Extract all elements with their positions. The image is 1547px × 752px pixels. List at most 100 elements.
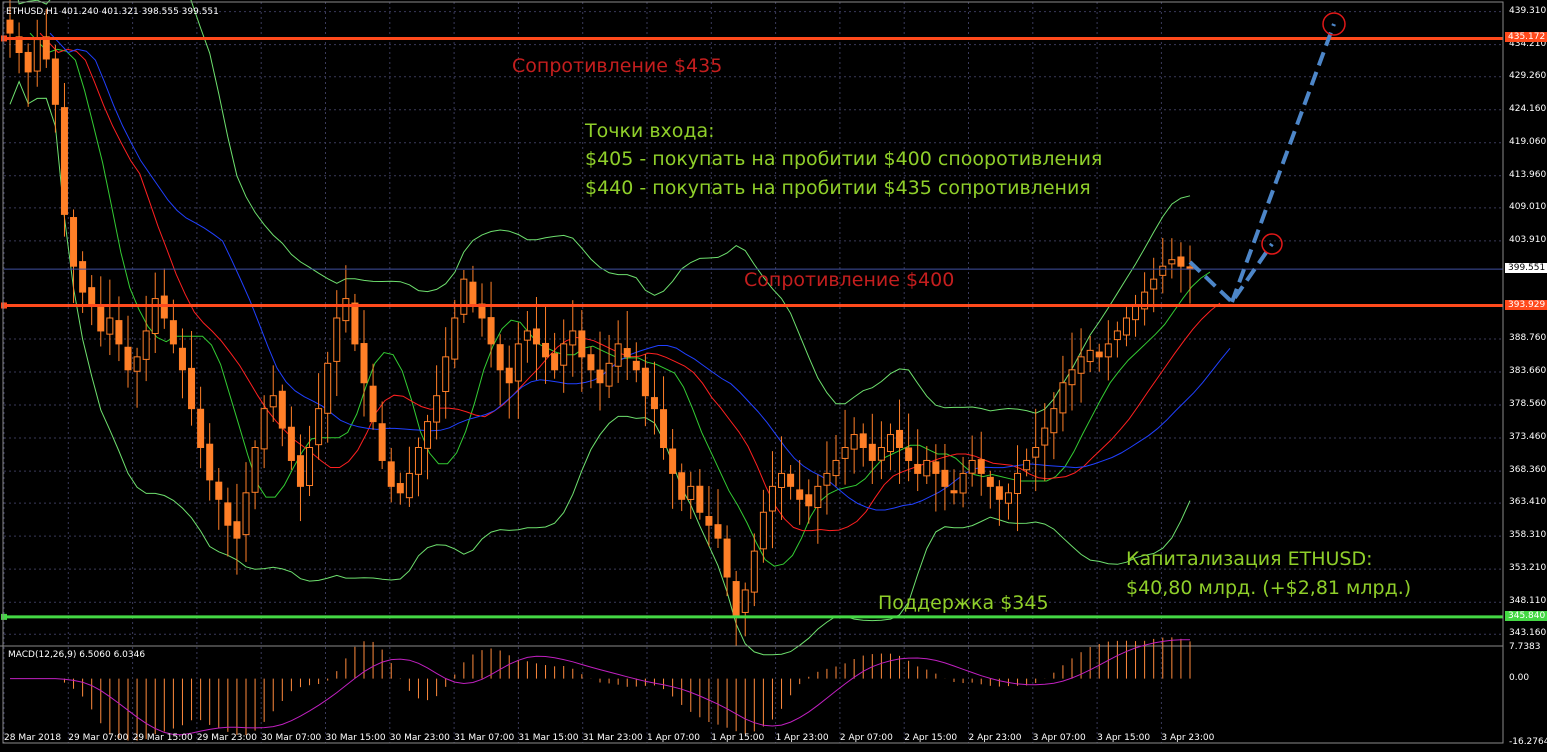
candle-body bbox=[532, 328, 540, 345]
resistance-400-label: Сопротивление $400 bbox=[744, 269, 955, 291]
candle-body bbox=[233, 521, 241, 539]
macd-tick-label: -16.2764 bbox=[1509, 737, 1547, 747]
time-tick-label: 2 Apr 15:00 bbox=[904, 733, 958, 743]
candle-body bbox=[405, 472, 413, 499]
candle-body bbox=[97, 304, 105, 332]
candle-body bbox=[750, 550, 758, 593]
candle-body bbox=[905, 447, 913, 461]
candle-body bbox=[1014, 472, 1022, 494]
candle-body bbox=[1023, 459, 1031, 471]
price-tick-label: 403.910 bbox=[1509, 234, 1547, 245]
level-price-label: 399.551 bbox=[1505, 263, 1547, 274]
candle-body bbox=[197, 408, 205, 449]
candle-body bbox=[424, 421, 432, 449]
candle-body bbox=[587, 354, 595, 371]
time-tick-label: 30 Mar 15:00 bbox=[325, 733, 386, 743]
candle-body bbox=[968, 459, 976, 474]
candle-body bbox=[1150, 278, 1158, 290]
candle-body bbox=[787, 473, 795, 487]
candle-body bbox=[977, 459, 985, 474]
price-tick-label: 348.110 bbox=[1509, 596, 1547, 607]
level-price-label: 435.172 bbox=[1505, 32, 1547, 43]
candle-body bbox=[369, 385, 377, 423]
price-tick-label: 409.010 bbox=[1509, 201, 1547, 212]
capitalization-value: $40,80 млрд. (+$2,81 млрд.) bbox=[1126, 577, 1412, 599]
level-handle bbox=[1, 302, 7, 309]
time-tick-label: 29 Mar 07:00 bbox=[68, 733, 129, 743]
candle-body bbox=[886, 434, 894, 453]
candle-body bbox=[641, 367, 649, 397]
candle-body bbox=[896, 429, 904, 449]
macd-histogram bbox=[0, 637, 1503, 741]
price-tick-label: 413.960 bbox=[1509, 169, 1547, 180]
candle-body bbox=[1113, 330, 1121, 341]
candle-body bbox=[242, 492, 250, 536]
entry-point-1: $405 - покупать на пробитии $400 споорот… bbox=[585, 148, 1103, 170]
ma-red-line bbox=[39, 32, 1221, 532]
candle-body bbox=[133, 356, 141, 372]
candle-body bbox=[986, 476, 994, 487]
level-handle bbox=[1, 35, 7, 42]
price-tick-label: 419.060 bbox=[1509, 136, 1547, 147]
candle-body bbox=[1041, 427, 1049, 446]
candle-body bbox=[714, 524, 722, 539]
candle-body bbox=[578, 330, 586, 358]
candle-body bbox=[33, 39, 41, 72]
support-resistance-lines[interactable] bbox=[1, 35, 1503, 620]
candle-body bbox=[115, 320, 123, 345]
level-price-label: 393.929 bbox=[1505, 299, 1547, 310]
candle-body bbox=[378, 423, 386, 461]
symbol-label: ETHUSD,H1 bbox=[6, 7, 59, 17]
candle-body bbox=[1032, 447, 1040, 458]
time-tick-label: 1 Apr 15:00 bbox=[711, 733, 765, 743]
candle-body bbox=[342, 298, 350, 322]
entry-title: Точки входа: bbox=[585, 120, 715, 142]
plot-border bbox=[2, 1, 1504, 744]
candle-body bbox=[841, 447, 849, 459]
candle-body bbox=[687, 485, 695, 500]
candle-body bbox=[142, 330, 150, 360]
time-tick-label: 2 Apr 07:00 bbox=[839, 733, 893, 743]
candle-body bbox=[306, 447, 314, 487]
candle-body bbox=[850, 434, 858, 450]
candle-body bbox=[868, 443, 876, 461]
candle-body bbox=[269, 395, 277, 408]
macd-label: MACD(12,26,9) 6.5060 6.0346 bbox=[8, 650, 146, 660]
candle-body bbox=[932, 461, 940, 474]
candle-body bbox=[778, 472, 786, 488]
candle-body bbox=[6, 19, 14, 34]
candle-body bbox=[460, 278, 468, 315]
price-chart[interactable] bbox=[0, 0, 1547, 752]
candle-body bbox=[623, 348, 631, 358]
candle-body bbox=[995, 486, 1003, 500]
price-tick-label: 368.360 bbox=[1509, 465, 1547, 476]
candle-body bbox=[414, 447, 422, 475]
candle-body bbox=[605, 362, 613, 387]
time-tick-label: 31 Mar 07:00 bbox=[454, 733, 515, 743]
candle-body bbox=[560, 343, 568, 366]
macd-tick-label: 0.00 bbox=[1509, 672, 1530, 683]
candle-body bbox=[1077, 356, 1085, 374]
price-tick-label: 383.660 bbox=[1509, 366, 1547, 376]
time-tick-label: 3 Apr 23:00 bbox=[1161, 733, 1215, 743]
level-handle bbox=[1, 613, 7, 620]
candle-body bbox=[1086, 349, 1094, 363]
candle-body bbox=[514, 343, 522, 382]
candle-body bbox=[169, 320, 177, 345]
candle-body bbox=[251, 447, 259, 493]
price-tick-label: 373.460 bbox=[1509, 432, 1547, 443]
candle-body bbox=[451, 317, 459, 360]
forecast-path-long bbox=[1230, 23, 1336, 303]
candle-body bbox=[487, 317, 495, 345]
candle-body bbox=[260, 408, 268, 450]
candle-body bbox=[24, 51, 32, 73]
time-tick-label: 30 Mar 23:00 bbox=[389, 733, 450, 743]
time-tick-label: 3 Apr 15:00 bbox=[1097, 733, 1151, 743]
candle-body bbox=[678, 472, 686, 500]
price-tick-label: 358.310 bbox=[1509, 530, 1547, 541]
candle-body bbox=[124, 346, 132, 371]
candle-body bbox=[469, 281, 477, 306]
candle-body bbox=[324, 362, 332, 414]
candle-body bbox=[60, 107, 68, 215]
candle-body bbox=[632, 360, 640, 371]
